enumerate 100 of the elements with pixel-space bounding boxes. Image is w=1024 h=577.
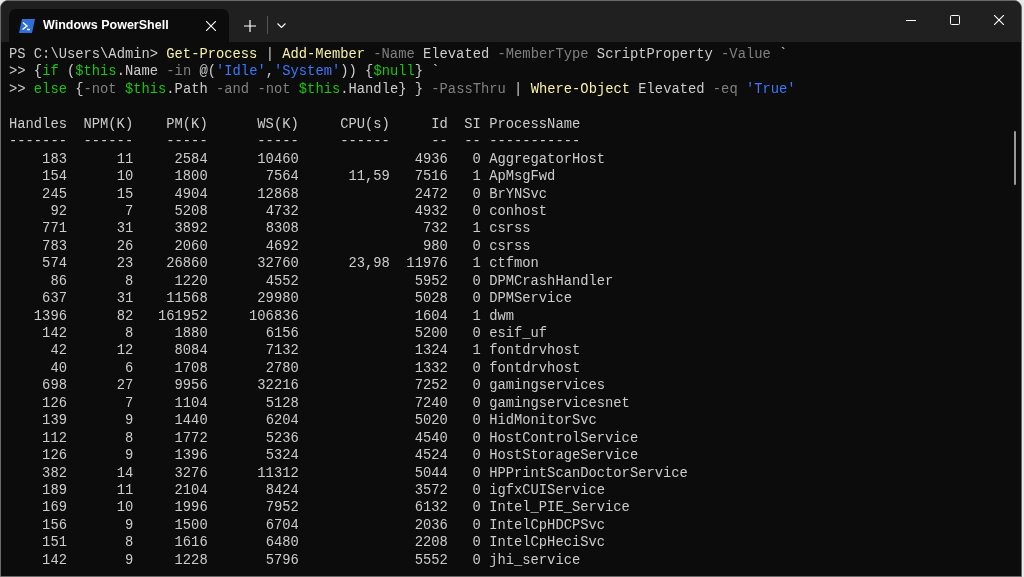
- table-cell: csrss: [489, 221, 531, 237]
- table-cell: 0: [472, 413, 481, 429]
- table-cell: 4904: [174, 186, 208, 202]
- table-cell: 0: [472, 238, 481, 254]
- table-cell: 0: [472, 151, 481, 167]
- table-cell: 1396: [33, 308, 67, 324]
- table-cell: 5552: [414, 552, 448, 568]
- column-header: Handles: [9, 116, 67, 132]
- table-cell: 11568: [166, 291, 208, 307]
- table-cell: AggregatorHost: [489, 151, 606, 167]
- table-cell: 6204: [265, 413, 299, 429]
- table-cell: 7564: [265, 169, 299, 185]
- column-header: NPM(K): [83, 116, 134, 132]
- table-cell: 154: [42, 169, 67, 185]
- table-cell: 106836: [249, 308, 299, 324]
- table-cell: 9: [124, 517, 134, 533]
- table-cell: 2780: [265, 360, 299, 376]
- table-cell: dwm: [489, 308, 514, 324]
- table-cell: 15: [116, 186, 134, 202]
- table-cell: 6156: [265, 326, 299, 341]
- table-cell: 10: [116, 169, 134, 185]
- table-cell: 1: [472, 308, 481, 324]
- table-cell: 26: [116, 238, 134, 254]
- table-cell: 142: [42, 326, 67, 341]
- table-cell: 1396: [174, 448, 208, 464]
- table-cell: 161952: [158, 308, 208, 324]
- table-cell: 27: [116, 378, 134, 394]
- table-cell: 11312: [257, 465, 299, 481]
- table-cell: 11976: [406, 256, 448, 272]
- table-cell: 183: [42, 151, 67, 167]
- table-cell: 32216: [257, 378, 299, 394]
- table-cell: 382: [42, 465, 67, 481]
- table-cell: 82: [116, 308, 134, 324]
- table-cell: 7252: [414, 378, 448, 394]
- table-cell: 86: [50, 273, 67, 289]
- column-header: PM(K): [166, 116, 208, 132]
- table-cell: 698: [42, 378, 67, 394]
- table-cell: 32760: [257, 256, 299, 272]
- table-cell: igfxCUIService: [489, 482, 606, 498]
- table-cell: conhost: [489, 203, 548, 219]
- table-cell: 6480: [265, 535, 299, 551]
- table-cell: 9: [124, 413, 134, 429]
- table-cell: 12868: [257, 186, 299, 202]
- command-line: >> {if ($this.Name -in @('Idle','System')) {$null} `: [9, 64, 440, 80]
- column-header: Id: [431, 116, 448, 132]
- table-cell: 6: [124, 360, 134, 376]
- table-cell: 7: [124, 203, 134, 219]
- table-cell: 5208: [174, 203, 208, 219]
- table-cell: esif_uf: [489, 326, 548, 341]
- powershell-icon: [19, 18, 35, 33]
- table-cell: 1440: [174, 413, 208, 429]
- table-cell: 0: [472, 500, 481, 516]
- table-cell: DPMCrashHandler: [489, 273, 614, 289]
- table-cell: 245: [42, 186, 67, 202]
- table-cell: 4732: [265, 203, 299, 219]
- table-cell: 7516: [414, 169, 448, 185]
- table-cell: 1800: [174, 169, 208, 185]
- table-cell: 3892: [174, 221, 208, 237]
- scrollbar-thumb[interactable]: [1014, 131, 1016, 185]
- table-cell: 6704: [265, 517, 299, 533]
- table-cell: 151: [42, 535, 67, 551]
- table-cell: 0: [472, 552, 481, 568]
- table-cell: Intel_PIE_Service: [489, 500, 630, 516]
- table-cell: 8: [124, 326, 134, 341]
- close-icon: [994, 15, 1004, 25]
- table-cell: 1604: [414, 308, 448, 324]
- maximize-icon: [950, 15, 960, 25]
- table-cell: 0: [472, 482, 481, 498]
- table-cell: 1228: [174, 552, 208, 568]
- table-cell: 3276: [174, 465, 208, 481]
- table-cell: 5952: [414, 273, 448, 289]
- table-cell: 0: [472, 448, 481, 464]
- table-cell: 9956: [174, 378, 208, 394]
- table-cell: 0: [472, 360, 481, 376]
- table-cell: 1500: [174, 517, 208, 533]
- table-cell: 1708: [174, 360, 208, 376]
- table-cell: 1: [472, 169, 481, 185]
- table-cell: 169: [42, 500, 67, 516]
- table-cell: ctfmon: [489, 256, 539, 272]
- table-cell: 11: [116, 482, 134, 498]
- table-cell: DPMService: [489, 291, 572, 307]
- table-cell: 8: [124, 430, 134, 446]
- table-cell: 0: [472, 465, 481, 481]
- table-cell: 0: [472, 326, 481, 341]
- table-cell: 1772: [174, 430, 208, 446]
- table-cell: 6132: [414, 500, 448, 516]
- table-cell: 1332: [414, 360, 448, 376]
- table-cell: IntelCpHeciSvc: [489, 535, 606, 551]
- table-cell: IntelCpHDCPSvc: [489, 517, 606, 533]
- minimize-icon: [906, 19, 916, 21]
- table-cell: 574: [42, 256, 67, 272]
- table-cell: 11: [116, 151, 134, 167]
- table-cell: 783: [42, 238, 67, 254]
- table-cell: 5236: [265, 430, 299, 446]
- table-cell: 0: [472, 517, 481, 533]
- table-cell: 189: [42, 482, 67, 498]
- terminal-tab[interactable]: Windows PowerShell: [9, 9, 229, 42]
- table-cell: 7: [124, 395, 134, 411]
- table-cell: 2584: [174, 151, 208, 167]
- table-cell: 1616: [174, 535, 208, 551]
